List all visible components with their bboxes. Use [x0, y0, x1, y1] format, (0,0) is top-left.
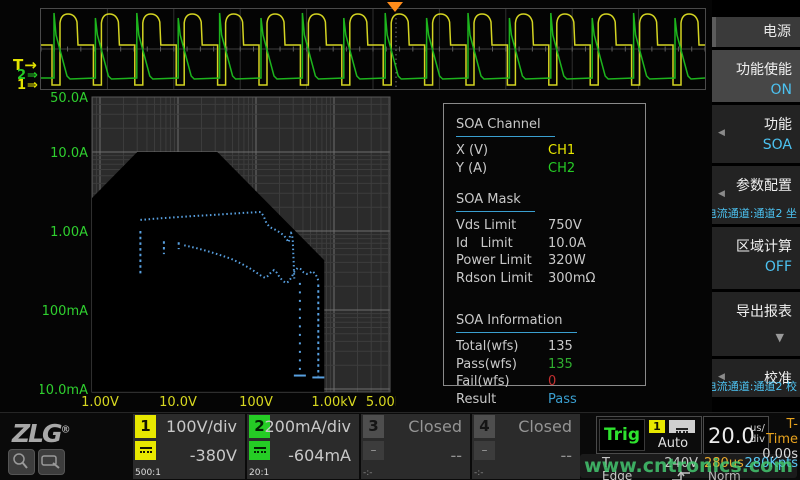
trigger-block[interactable]: Trig 1 Auto	[596, 416, 702, 454]
ch4-state: Closed	[518, 417, 572, 436]
watermark: www.cntronics.com	[580, 454, 797, 478]
ch1-offset: -380V	[190, 446, 237, 465]
svg-text:10.0V: 10.0V	[159, 395, 197, 410]
param-config-subtext: 电流通道:通道2 坐	[712, 205, 797, 221]
trigger-source-badge: 1	[649, 420, 665, 433]
waveform-overview	[40, 8, 706, 90]
ch1-level-marker[interactable]: 1⇒	[17, 80, 38, 91]
info-row-fail: Fail(wfs) 0	[456, 373, 645, 391]
ch4-offset: --	[560, 446, 572, 465]
ch1-marker-label: 1	[17, 78, 26, 93]
soa-y-row: Y (A) CH2	[456, 160, 645, 178]
ch2-offset: -604mA	[288, 446, 351, 465]
svg-text:1.00A: 1.00A	[50, 225, 88, 240]
zlg-logo: ZLG®	[12, 419, 71, 448]
trigger-coupling-icon	[669, 420, 695, 433]
svg-text:100mA: 100mA	[42, 304, 88, 319]
info-row-pass: Pass(wfs) 135	[456, 356, 645, 374]
mask-row-vds: Vds Limit 750V	[456, 217, 645, 235]
function-enable-value: ON	[771, 82, 793, 98]
sidebar-item-power[interactable]: 电源	[712, 17, 800, 47]
sidebar-item-calibration[interactable]: ◀ 校准 电流通道:通道2 校	[712, 359, 800, 397]
trigger-mode: Auto	[649, 436, 697, 451]
svg-text:5.00kV: 5.00kV	[366, 395, 396, 410]
mask-row-power: Power Limit 320W	[456, 252, 645, 270]
t-time-label: T-Time	[756, 417, 798, 447]
svg-text:1.00V: 1.00V	[81, 395, 119, 410]
svg-text:1.00kV: 1.00kV	[311, 395, 356, 410]
trigger-label: Trig	[599, 419, 645, 451]
sidebar-item-function-enable[interactable]: 功能使能 ON	[712, 50, 800, 102]
sidebar-item-param-config[interactable]: ◀ 参数配置 电流通道:通道2 坐	[712, 166, 800, 224]
function-value: SOA	[763, 137, 792, 153]
menu-sidebar: 电源 功能使能 ON ◀ 功能 SOA ◀ 参数配置 电流通道:通道2 坐 区域…	[712, 0, 800, 480]
info-row-result: Result Pass	[456, 391, 645, 409]
svg-text:100V: 100V	[239, 395, 273, 410]
trigger-position-icon[interactable]	[387, 2, 403, 12]
soa-x-row: X (V) CH1	[456, 142, 645, 160]
ch4-number-badge: 4	[474, 415, 495, 438]
oscilloscope-screen: T→ 2⇒ 1⇒ 50.0A10.0A1.00A100mA10.0mA1.00V…	[0, 0, 800, 480]
drag-gesture-icon[interactable]	[38, 449, 65, 475]
soa-info-panel: SOA Channel X (V) CH1 Y (A) CH2 SOA Mask…	[443, 103, 646, 386]
ch1-dc-coupling-icon	[135, 441, 156, 460]
channel3-block[interactable]: 3 – -:- Closed --	[361, 414, 470, 479]
ch2-probe-ratio: 20:1	[249, 468, 269, 478]
ch3-number-badge: 3	[363, 415, 384, 438]
svg-text:50.0A: 50.0A	[50, 91, 88, 106]
channel4-block[interactable]: 4 – -:- Closed --	[472, 414, 580, 479]
sidebar-item-function[interactable]: ◀ 功能 SOA	[712, 105, 800, 163]
ch4-coupling-badge: –	[474, 441, 495, 460]
svg-text:10.0A: 10.0A	[50, 146, 88, 161]
ch1-arrow-icon: ⇒	[27, 78, 38, 93]
mask-row-rdson: Rdson Limit 300mΩ	[456, 270, 645, 288]
ch4-probe-ratio: -:-	[474, 468, 484, 478]
ch2-dc-coupling-icon	[249, 441, 270, 460]
soa-y-channel: CH2	[548, 160, 575, 178]
soa-information-header: SOA Information	[456, 311, 577, 333]
collapse-left-icon: ◀	[718, 128, 725, 138]
ch1-number-badge: 1	[135, 415, 156, 438]
soa-mask-header: SOA Mask	[456, 190, 535, 212]
touch-icon[interactable]	[8, 449, 35, 475]
calibration-subtext: 电流通道:通道2 校	[712, 378, 797, 394]
ch1-probe-ratio: 500:1	[135, 468, 161, 478]
channel2-block[interactable]: 2 20:1 200mA/div -604mA	[247, 414, 359, 479]
sidebar-item-area-calc[interactable]: 区域计算 OFF	[712, 227, 800, 289]
ch3-state: Closed	[408, 417, 462, 436]
ch3-offset: --	[450, 446, 462, 465]
info-row-total: Total(wfs) 135	[456, 338, 645, 356]
ch3-probe-ratio: -:-	[363, 468, 373, 478]
dropdown-arrow-icon: ▼	[776, 331, 784, 344]
channel1-block[interactable]: 1 500:1 100V/div -380V	[133, 414, 245, 479]
mask-row-id: Id Limit 10.0A	[456, 235, 645, 253]
area-calc-value: OFF	[765, 259, 792, 275]
collapse-left-icon: ◀	[718, 189, 725, 199]
ch2-scale: 200mA/div	[264, 417, 351, 436]
ch1-scale: 100V/div	[166, 417, 237, 436]
soa-plot: 50.0A10.0A1.00A100mA10.0mA1.00V10.0V100V…	[40, 90, 396, 410]
sidebar-item-export-report[interactable]: 导出报表 ▼	[712, 292, 800, 356]
timebase-value: 20.0	[708, 424, 755, 448]
soa-x-channel: CH1	[548, 142, 575, 160]
soa-channel-header: SOA Channel	[456, 115, 555, 137]
ch3-coupling-badge: –	[363, 441, 384, 460]
